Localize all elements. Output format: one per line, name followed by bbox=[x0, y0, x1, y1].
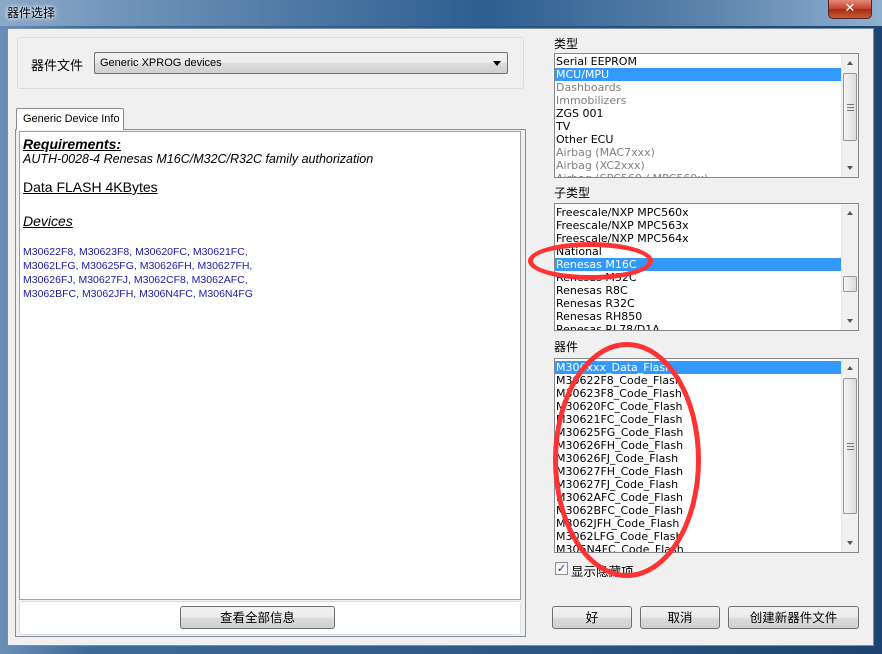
scroll-thumb[interactable] bbox=[843, 378, 857, 514]
show-hidden-checkbox[interactable]: ✓ bbox=[555, 562, 568, 575]
subtype-list-item[interactable]: Renesas RL78/D1A bbox=[555, 323, 842, 330]
device-list-item[interactable]: M30627FH_Code_Flash bbox=[555, 465, 842, 478]
device-list-item[interactable]: M30621FC_Code_Flash bbox=[555, 413, 842, 426]
device-scrollbar[interactable] bbox=[841, 359, 858, 552]
type-label: 类型 bbox=[554, 37, 579, 51]
type-list-item[interactable]: Immobilizers bbox=[555, 94, 842, 107]
memory-info: Data FLASH 4KBytes bbox=[23, 179, 158, 195]
scroll-up-icon[interactable] bbox=[842, 359, 858, 376]
device-list-item[interactable]: M306N4FC_Code_Flash bbox=[555, 543, 842, 552]
type-list-item[interactable]: ZGS 001 bbox=[555, 107, 842, 120]
type-list-item[interactable]: Airbag (XC2xxx) bbox=[555, 159, 842, 172]
show-hidden-label[interactable]: 显示隐藏项 bbox=[571, 561, 634, 580]
scroll-up-icon[interactable] bbox=[842, 54, 858, 71]
type-listbox[interactable]: Serial EEPROM MCU/MPU Dashboards Immobilize… bbox=[554, 53, 859, 178]
chevron-down-icon bbox=[493, 61, 501, 66]
grip-icon bbox=[847, 104, 854, 111]
devices-line: M30622F8, M30623F8, M30620FC, M30621FC, bbox=[23, 246, 248, 258]
window-title: 器件选择 bbox=[7, 6, 56, 20]
devices-line: M3062LFG, M30625FG, M30626FH, M30627FH, bbox=[23, 260, 253, 272]
type-scrollbar[interactable] bbox=[841, 54, 858, 177]
device-list-item[interactable]: M30620FC_Code_Flash bbox=[555, 400, 842, 413]
subtype-list-item[interactable]: Renesas M16C bbox=[555, 258, 842, 271]
type-list-item[interactable]: Airbag (MAC7xxx) bbox=[555, 146, 842, 159]
subtype-items: Freescale/NXP MPC560x Freescale/NXP MPC56… bbox=[555, 204, 858, 330]
device-file-dropdown[interactable]: Generic XPROG devices bbox=[94, 52, 508, 74]
checkmark-icon: ✓ bbox=[556, 562, 567, 575]
subtype-list-item[interactable]: Freescale/NXP MPC563x bbox=[555, 219, 842, 232]
subtype-list-item[interactable]: Freescale/NXP MPC560x bbox=[555, 206, 842, 219]
subtype-list-item[interactable]: Renesas RH850 bbox=[555, 310, 842, 323]
cancel-button[interactable]: 取消 bbox=[640, 606, 720, 629]
device-list-item[interactable]: M30625FG_Code_Flash bbox=[555, 426, 842, 439]
scroll-thumb[interactable] bbox=[843, 73, 857, 141]
device-list-item[interactable]: M30627FJ_Code_Flash bbox=[555, 478, 842, 491]
subtype-list-item[interactable]: National bbox=[555, 245, 842, 258]
subtype-list-item[interactable]: Renesas R32C bbox=[555, 297, 842, 310]
type-list-item[interactable]: TV bbox=[555, 120, 842, 133]
scroll-down-icon[interactable] bbox=[842, 160, 858, 177]
device-info-text: Requirements: AUTH-0028-4 Renesas M16C/M… bbox=[19, 131, 521, 600]
create-device-file-button[interactable]: 创建新器件文件 bbox=[728, 606, 859, 629]
subtype-list-item[interactable]: Renesas M32C bbox=[555, 271, 842, 284]
type-list-item[interactable]: MCU/MPU bbox=[555, 68, 842, 81]
devices-line: M3062BFC, M3062JFH, M306N4FC, M306N4FG bbox=[23, 288, 253, 300]
device-file-label: 器件文件 bbox=[31, 59, 84, 74]
type-list-item[interactable]: Dashboards bbox=[555, 81, 842, 94]
close-button[interactable]: ✕ bbox=[828, 0, 872, 19]
scroll-up-icon[interactable] bbox=[842, 204, 858, 221]
device-list-item[interactable]: M30626FH_Code_Flash bbox=[555, 439, 842, 452]
type-items: Serial EEPROM MCU/MPU Dashboards Immobilize… bbox=[555, 54, 858, 177]
device-file-value: Generic XPROG devices bbox=[100, 57, 222, 69]
device-list-item[interactable]: M3062LFG_Code_Flash bbox=[555, 530, 842, 543]
scroll-down-icon[interactable] bbox=[842, 313, 858, 330]
device-list-item[interactable]: M306xxx_Data_Flash bbox=[555, 361, 842, 374]
requirements-heading: Requirements: bbox=[23, 136, 122, 152]
close-icon: ✕ bbox=[844, 1, 856, 16]
device-items: M306xxx_Data_Flash M30622F8_Code_Flash M30… bbox=[555, 359, 858, 552]
device-list-item[interactable]: M3062BFC_Code_Flash bbox=[555, 504, 842, 517]
device-listbox[interactable]: M306xxx_Data_Flash M30622F8_Code_Flash M30… bbox=[554, 358, 859, 553]
device-list-item[interactable]: M30622F8_Code_Flash bbox=[555, 374, 842, 387]
device-list-item[interactable]: M3062JFH_Code_Flash bbox=[555, 517, 842, 530]
device-list-item[interactable]: M30623F8_Code_Flash bbox=[555, 387, 842, 400]
devices-line: M30626FJ, M30627FJ, M3062CF8, M3062AFC, bbox=[23, 274, 248, 286]
scroll-down-icon[interactable] bbox=[842, 535, 858, 552]
grip-icon bbox=[847, 443, 854, 450]
scroll-thumb[interactable] bbox=[843, 276, 857, 292]
requirements-text: AUTH-0028-4 Renesas M16C/M32C/R32C famil… bbox=[23, 152, 374, 166]
subtype-label: 子类型 bbox=[554, 186, 591, 200]
view-all-info-button[interactable]: 查看全部信息 bbox=[180, 606, 335, 629]
type-list-item[interactable]: Airbag (SPC560 / MPC560x) bbox=[555, 172, 842, 177]
type-list-item[interactable]: Serial EEPROM bbox=[555, 55, 842, 68]
devices-list: M30622F8, M30623F8, M30620FC, M30621FC, … bbox=[23, 245, 517, 301]
subtype-list-item[interactable]: Freescale/NXP MPC564x bbox=[555, 232, 842, 245]
tab-generic-device-info[interactable]: Generic Device Info bbox=[16, 108, 124, 130]
title-bar[interactable]: 器件选择 ✕ bbox=[0, 0, 882, 26]
ok-button[interactable]: 好 bbox=[552, 606, 632, 629]
device-list-item[interactable]: M3062AFC_Code_Flash bbox=[555, 491, 842, 504]
type-list-item[interactable]: Other ECU bbox=[555, 133, 842, 146]
subtype-listbox[interactable]: Freescale/NXP MPC560x Freescale/NXP MPC56… bbox=[554, 203, 859, 331]
device-label: 器件 bbox=[554, 340, 579, 354]
devices-heading: Devices bbox=[23, 213, 73, 229]
subtype-list-item[interactable]: Renesas R8C bbox=[555, 284, 842, 297]
device-list-item[interactable]: M30626FJ_Code_Flash bbox=[555, 452, 842, 465]
subtype-scrollbar[interactable] bbox=[841, 204, 858, 330]
